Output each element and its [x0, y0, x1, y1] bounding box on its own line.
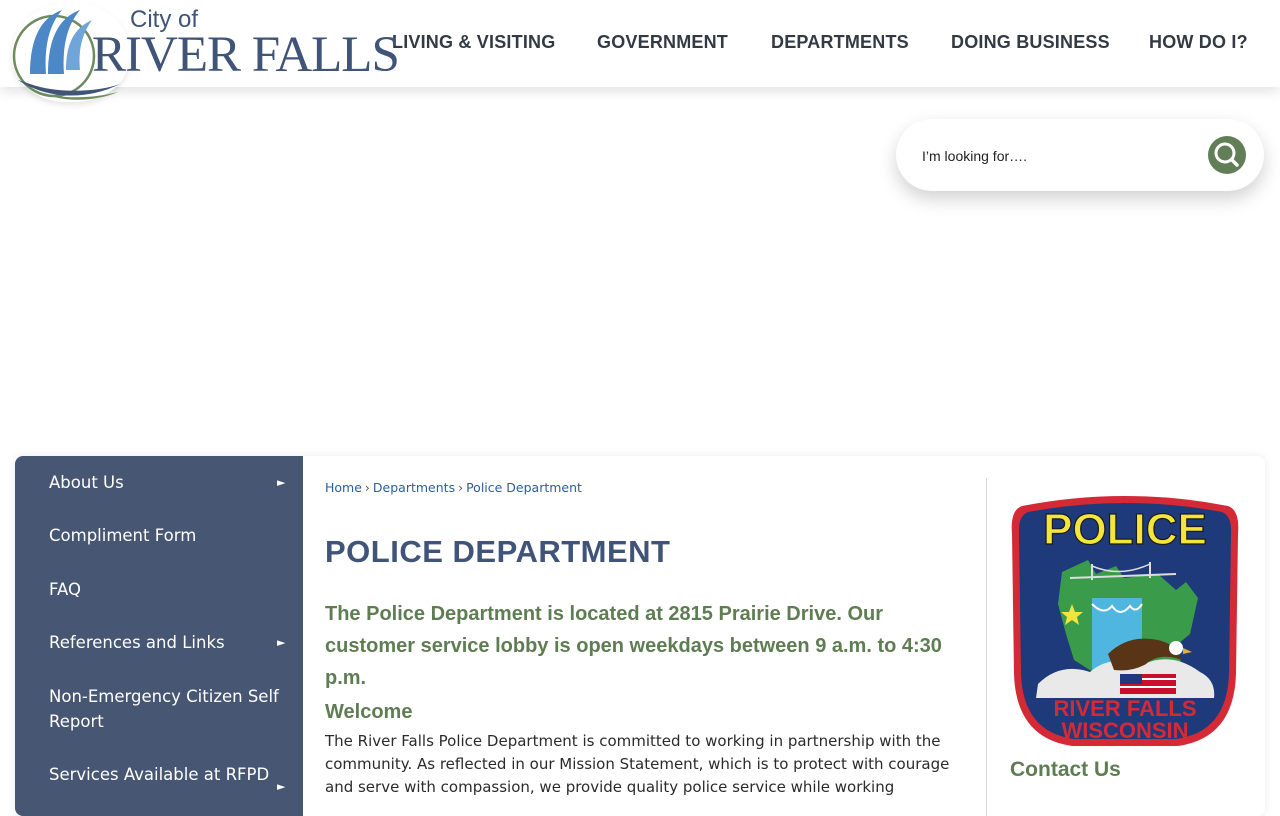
breadcrumb-home[interactable]: Home	[325, 480, 362, 495]
contact-us-heading: Contact Us	[1010, 758, 1121, 781]
search-input[interactable]	[920, 141, 1194, 171]
sidebar-item-citizen-self-report[interactable]: Non-Emergency Citizen Self Report	[49, 684, 279, 734]
sidebar-expand-services-icon[interactable]: ►	[277, 780, 285, 793]
welcome-body-text: The River Falls Police Department is com…	[325, 732, 950, 796]
nav-how-do-i[interactable]: HOW DO I?	[1149, 32, 1248, 53]
page-title: POLICE DEPARTMENT	[325, 534, 671, 569]
welcome-heading: Welcome	[325, 701, 413, 723]
sidebar-item-services-rfpd[interactable]: Services Available at RFPD	[49, 762, 279, 787]
logo-city-name: RIVER FALLS	[92, 27, 400, 83]
nav-living-visiting[interactable]: LIVING & VISITING	[392, 32, 555, 53]
nav-doing-business[interactable]: DOING BUSINESS	[951, 32, 1110, 53]
sidebar-item-faq[interactable]: FAQ	[49, 577, 279, 602]
sidebar-expand-references-icon[interactable]: ►	[277, 636, 285, 649]
breadcrumb-police-department[interactable]: Police Department	[466, 480, 582, 495]
search-button[interactable]	[1208, 136, 1246, 174]
site-search	[896, 119, 1264, 191]
column-divider	[986, 478, 987, 816]
breadcrumb-departments[interactable]: Departments	[373, 480, 455, 495]
search-icon	[1214, 142, 1239, 167]
sidebar-item-compliment-form[interactable]: Compliment Form	[49, 523, 279, 548]
site-logo[interactable]: City of RIVER FALLS	[8, 0, 400, 108]
nav-departments[interactable]: DEPARTMENTS	[771, 32, 909, 53]
sidebar-item-about-us[interactable]: About Us	[49, 470, 279, 495]
badge-police-text: POLICE	[1043, 505, 1207, 554]
nav-government[interactable]: GOVERNMENT	[597, 32, 728, 53]
sidebar-nav: About Us ► Compliment Form FAQ Reference…	[15, 456, 303, 816]
breadcrumb: Home › Departments › Police Department	[325, 480, 582, 495]
location-hours-notice: The Police Department is located at 2815…	[325, 603, 942, 689]
breadcrumb-separator: ›	[364, 480, 370, 495]
breadcrumb-separator: ›	[458, 480, 464, 495]
sidebar-item-references-links[interactable]: References and Links	[49, 630, 279, 655]
badge-wisconsin-text: WISCONSIN	[1061, 718, 1188, 743]
police-badge-image: POLICE RIVER FALLS WISCONSIN	[1011, 496, 1239, 746]
sidebar-expand-about-us-icon[interactable]: ►	[277, 476, 285, 489]
